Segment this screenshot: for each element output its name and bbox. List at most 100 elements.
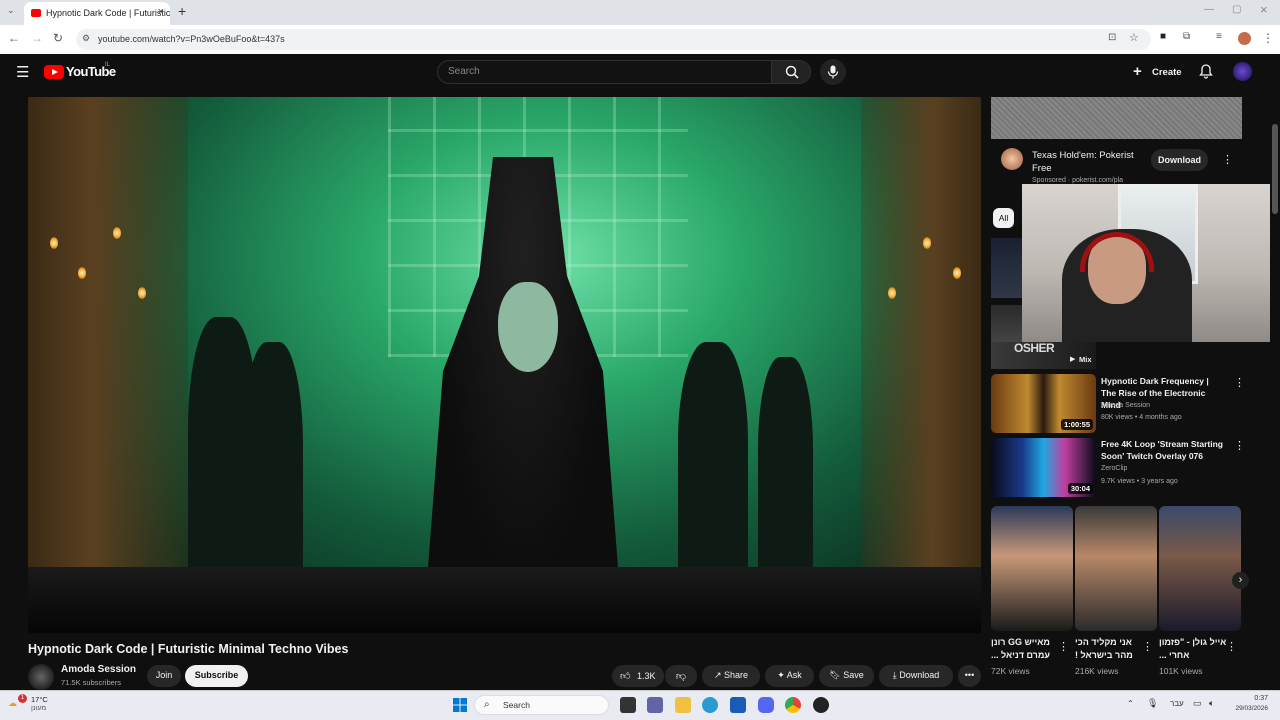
channel-avatar[interactable] [28,664,54,690]
weather-condition: מעונן [31,705,47,712]
subscribe-button[interactable]: Subscribe [185,665,248,687]
extension-icon[interactable]: ■ [1160,31,1166,42]
video-frame-left-wall [28,97,188,633]
more-horizontal-icon: ••• [964,670,975,680]
weather-temperature[interactable]: 17°C [31,695,48,704]
dislike-button[interactable]: 👎︎ [665,665,697,687]
search-button[interactable] [771,60,811,84]
youtube-logo-icon[interactable] [44,65,64,79]
tray-network-icon[interactable]: ▭ [1193,698,1202,709]
filter-chip-all[interactable]: All [993,208,1014,228]
share-button[interactable]: ↗ Share [702,665,760,687]
voice-search-button[interactable] [820,59,846,85]
mix-overlay-text: OSHER [1014,341,1055,355]
notifications-bell-icon[interactable] [1199,64,1213,79]
reload-icon[interactable]: ↻ [53,31,63,45]
ad-advertiser-logo[interactable] [1001,148,1023,170]
recommended-title[interactable]: Free 4K Loop 'Stream Starting Soon' Twit… [1101,438,1226,462]
tray-mic-icon[interactable]: 🎙︎ [1147,698,1158,709]
video-duration: 1:00:55 [1061,419,1093,430]
recommended-thumbnail-partial[interactable] [991,305,1022,342]
tab-list-chevron-icon[interactable]: ⌄ [7,5,15,16]
weather-icon[interactable]: ☁ [8,698,17,709]
short-title[interactable]: מאייש GG רונן עמרם דניאל ... [991,636,1061,662]
recommended-thumbnail-partial[interactable] [991,238,1022,298]
obs-icon[interactable] [813,697,829,713]
tray-volume-icon[interactable]: 🔈︎ [1209,698,1214,709]
bookmark-star-icon[interactable]: ☆ [1129,31,1139,44]
tab-close-icon[interactable]: × [158,6,164,18]
video-player[interactable] [28,97,981,633]
recommended-channel[interactable]: ZeroClip [1101,463,1127,475]
minimize-window-icon[interactable]: — [1204,4,1214,15]
short-title[interactable]: אני מקליד הכי מהר בישראל ! [1075,636,1145,662]
browser-menu-icon[interactable]: ⋮ [1262,31,1274,45]
shorts-next-arrow-icon[interactable]: › [1232,572,1249,589]
taskbar-clock-time[interactable]: 0:37 [1226,695,1268,702]
ad-download-button[interactable]: Download [1151,149,1208,171]
file-explorer-icon[interactable] [675,697,691,713]
create-button[interactable]: Create [1152,67,1182,78]
short-thumbnail[interactable] [1159,506,1241,631]
download-label: Download [899,670,940,680]
microphone-icon [827,65,839,79]
search-input[interactable]: Search [437,60,772,84]
extensions-puzzle-icon[interactable]: ⧉ [1183,31,1190,42]
taskbar-search-icon: ⌕ [484,699,490,710]
maximize-window-icon[interactable]: ▢ [1232,4,1241,15]
recommended-more-icon[interactable]: ⋮ [1234,439,1245,452]
taskbar-clock-date[interactable]: 29/03/2026 [1222,705,1268,712]
url-text: youtube.com/watch?v=Pn3wOeBuFoo&t=437s [98,34,285,44]
language-indicator[interactable]: עבר [1170,699,1184,708]
site-info-icon[interactable]: ⚙ [82,33,90,44]
short-more-icon[interactable]: ⋮ [1226,640,1237,653]
new-tab-plus-icon[interactable]: + [178,3,186,19]
discord-icon[interactable] [758,697,774,713]
recommended-more-icon[interactable]: ⋮ [1234,376,1245,389]
hamburger-menu-icon[interactable]: ☰ [16,63,29,81]
short-more-icon[interactable]: ⋮ [1058,640,1069,653]
ask-button[interactable]: ✦ Ask [765,665,814,687]
back-arrow-icon[interactable]: ← [8,31,20,45]
account-avatar[interactable] [1233,62,1252,81]
ad-title[interactable]: Texas Hold'em: Pokerist Free [1032,149,1150,175]
ad-more-options-icon[interactable]: ⋮ [1222,153,1233,166]
page-scrollbar[interactable] [1270,54,1280,690]
chrome-icon[interactable] [785,697,801,713]
short-thumbnail[interactable] [991,506,1073,631]
recommended-thumbnail[interactable]: 30:04 [991,438,1096,497]
windows-start-icon[interactable] [453,698,467,712]
ad-download-label: Download [1158,155,1201,165]
install-app-icon[interactable]: ⊡ [1108,32,1116,43]
teams-icon[interactable] [647,697,663,713]
scrollbar-thumb[interactable] [1272,124,1278,214]
download-button[interactable]: ⤓ Download [879,665,953,687]
profile-avatar[interactable] [1238,32,1251,45]
recommended-channel[interactable]: Amoda Session [1101,400,1150,412]
channel-name[interactable]: Amoda Session [61,664,136,675]
tab-title: Hypnotic Dark Code | Futuristic [46,8,170,18]
address-bar[interactable]: ⚙ youtube.com/watch?v=Pn3wOeBuFoo&t=437s [76,29,1151,50]
edge-icon[interactable] [702,697,718,713]
ad-banner-image[interactable] [991,97,1242,139]
webcam-overlay [1022,184,1280,342]
like-button[interactable]: 👍︎ 1.3K [612,665,664,687]
media-control-icon[interactable]: ≡ [1216,31,1222,42]
close-window-icon[interactable]: × [1260,2,1268,17]
tray-overflow-chevron-icon[interactable]: ⌃ [1127,699,1134,708]
join-button[interactable]: Join [147,665,181,687]
short-more-icon[interactable]: ⋮ [1142,640,1153,653]
recommended-thumbnail[interactable]: 1:00:55 [991,374,1096,433]
download-arrow-icon: ⤓ [892,670,897,680]
short-thumbnail[interactable] [1075,506,1157,631]
taskbar-search-box[interactable]: ⌕ Search [474,695,609,715]
more-actions-button[interactable]: ••• [958,665,981,687]
short-views: 216K views [1075,666,1119,676]
short-title[interactable]: אייל גולן - "פזמון אחרי ... [1159,636,1229,662]
task-view-icon[interactable] [620,697,636,713]
forward-arrow-icon[interactable]: → [31,31,43,45]
store-icon[interactable] [730,697,746,713]
save-button[interactable]: 🔖︎ Save [819,665,874,687]
video-title: Hypnotic Dark Code | Futuristic Minimal … [28,642,349,656]
browser-tab-active[interactable]: Hypnotic Dark Code | Futuristic × [24,2,170,25]
